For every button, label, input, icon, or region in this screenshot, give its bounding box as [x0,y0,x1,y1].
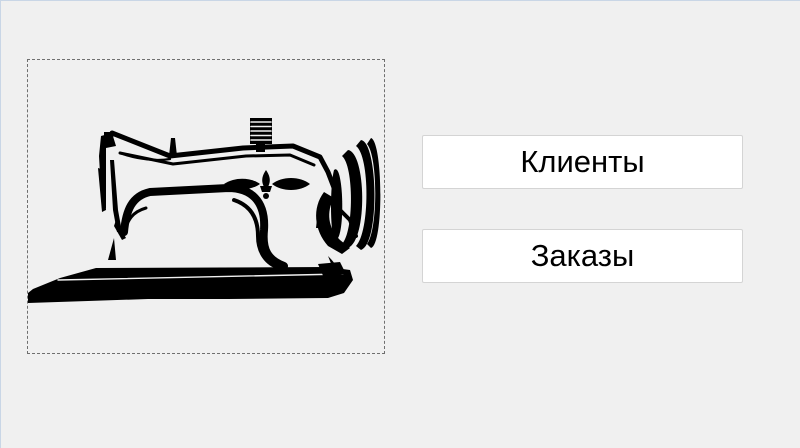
window-border-top [0,0,800,1]
sewing-machine-icon [28,118,381,303]
orders-button[interactable]: Заказы [422,229,743,283]
logo-picture-box [27,59,385,354]
clients-button[interactable]: Клиенты [422,135,743,189]
window-border-left [0,0,1,448]
